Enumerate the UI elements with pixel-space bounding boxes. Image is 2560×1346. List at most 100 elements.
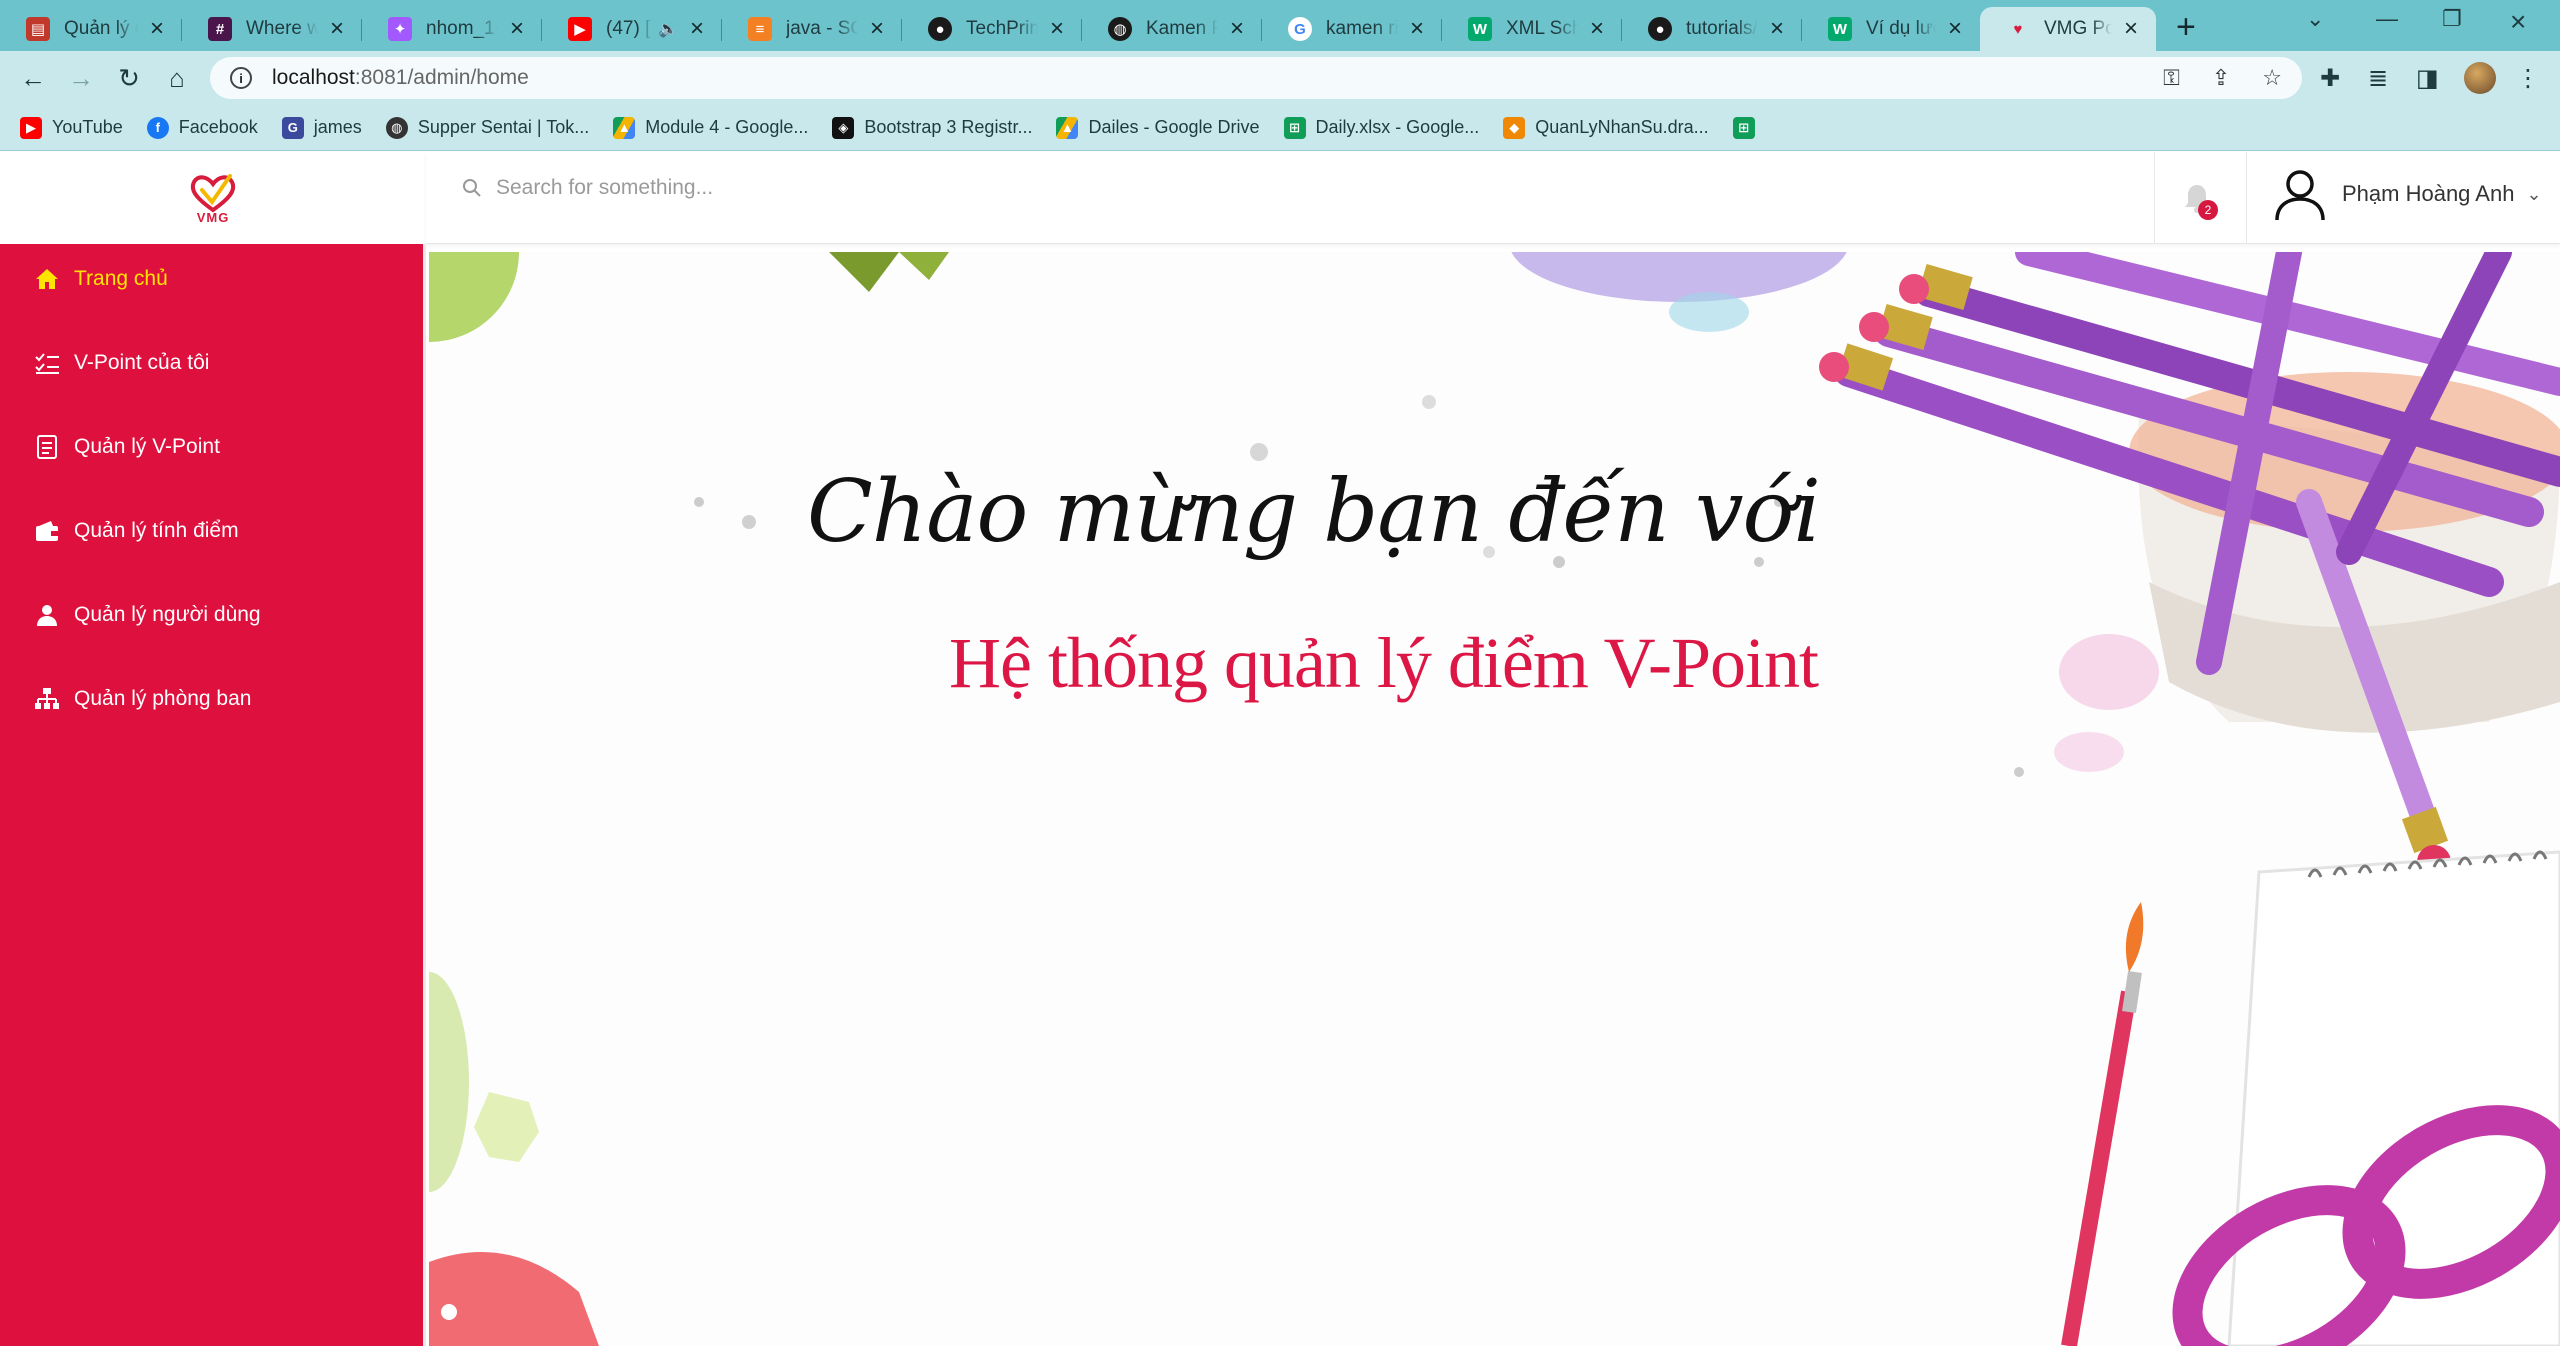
browser-tab[interactable]: W XML Sche ×	[1442, 7, 1622, 51]
close-icon[interactable]: ×	[1226, 15, 1248, 43]
close-icon[interactable]: ×	[1944, 15, 1966, 43]
tab-search-icon[interactable]: ⌄	[2306, 6, 2324, 32]
new-tab-button[interactable]: +	[2176, 8, 2196, 47]
url-host: localhost	[272, 66, 355, 89]
speaker-icon[interactable]: 🔈	[658, 19, 678, 39]
close-icon[interactable]: ×	[866, 15, 888, 43]
share-icon[interactable]: ⇪	[2212, 65, 2230, 91]
bookmark-youtube[interactable]: ▶ YouTube	[20, 116, 123, 139]
welcome-heading: Chào mừng bạn đến với	[807, 462, 1821, 562]
user-menu[interactable]: Phạm Hoàng Anh ⌄	[2272, 166, 2542, 222]
vmg-heart-icon	[190, 173, 236, 212]
sidebar-item-home[interactable]: Trang chủ	[34, 266, 168, 292]
tab-title: tutorials/s	[1686, 18, 1758, 39]
browser-tab[interactable]: # Where wo ×	[182, 7, 362, 51]
close-icon[interactable]: ×	[1586, 15, 1608, 43]
drawio-icon: ◆	[1503, 116, 1526, 139]
bookmark-dailes[interactable]: ▲ Dailes - Google Drive	[1056, 116, 1260, 139]
close-icon[interactable]: ×	[146, 15, 168, 43]
bookmark-label: Daily.xlsx - Google...	[1315, 117, 1480, 137]
search-icon	[463, 179, 481, 197]
document-icon	[34, 434, 60, 460]
browser-tab[interactable]: ✦ nhom_1-q ×	[362, 7, 542, 51]
brand-area: VMG	[0, 152, 426, 244]
browser-tab[interactable]: ▶ (47) [ 🔈 ×	[542, 7, 722, 51]
menu-icon[interactable]: ⋮	[2516, 64, 2540, 93]
welcome-banner: Chào mừng bạn đến với Hệ thống quản lý đ…	[429, 252, 2560, 1346]
browser-tab[interactable]: G kamen rid ×	[1262, 7, 1442, 51]
close-icon[interactable]: ×	[2120, 15, 2142, 43]
profile-avatar[interactable]	[2464, 62, 2496, 94]
figma-icon: ✦	[388, 17, 412, 41]
home-icon[interactable]: ⌂	[160, 61, 194, 95]
restore-icon[interactable]: ❐	[2442, 6, 2462, 32]
close-icon[interactable]: ×	[1406, 15, 1428, 43]
slack-icon: #	[208, 17, 232, 41]
minimize-icon[interactable]: —	[2376, 6, 2398, 32]
tab-title: TechPrime	[966, 18, 1038, 39]
search-input[interactable]	[496, 176, 1096, 200]
bookmark-label: Module 4 - Google...	[645, 117, 809, 137]
sidebar-item-manage-users[interactable]: Quản lý người dùng	[34, 602, 261, 628]
codepen-icon: ◈	[832, 116, 855, 139]
bookmark-bootstrap[interactable]: ◈ Bootstrap 3 Registr...	[832, 116, 1032, 139]
tab-title: java - SOA	[786, 18, 858, 39]
browser-tab[interactable]: ● TechPrime ×	[902, 7, 1082, 51]
star-icon[interactable]: ☆	[2262, 65, 2282, 91]
media-icon[interactable]: ≣	[2368, 64, 2388, 93]
close-icon[interactable]: ×	[326, 15, 348, 43]
close-icon[interactable]: ×	[1766, 15, 1788, 43]
forward-icon[interactable]: →	[64, 61, 98, 95]
bookmark-label: QuanLyNhanSu.dra...	[1535, 117, 1709, 137]
sidebar-item-manage-departments[interactable]: Quản lý phòng ban	[34, 686, 251, 712]
tab-title: Quản lý đi	[64, 18, 138, 39]
reload-icon[interactable]: ↻	[112, 61, 146, 95]
sidebar-item-manage-vpoint[interactable]: Quản lý V-Point	[34, 434, 220, 460]
bookmark-facebook[interactable]: f Facebook	[146, 116, 258, 139]
w3-icon: W	[1468, 17, 1492, 41]
browser-tab[interactable]: ● tutorials/s ×	[1622, 7, 1802, 51]
vmg-logo[interactable]: VMG	[186, 172, 240, 225]
extensions-icon[interactable]: ✚	[2320, 64, 2340, 93]
youtube-icon: ▶	[20, 116, 42, 139]
user-name: Phạm Hoàng Anh	[2342, 181, 2515, 206]
bookmark-daily-xlsx[interactable]: ⊞ Daily.xlsx - Google...	[1283, 116, 1480, 139]
close-icon[interactable]: ×	[506, 15, 528, 43]
bookmark-supper-sentai[interactable]: ◍ Supper Sentai | Tok...	[385, 116, 589, 139]
browser-tab[interactable]: ≡ java - SOA ×	[722, 7, 902, 51]
key-icon[interactable]: ⚿	[2163, 65, 2180, 91]
browser-tab[interactable]: ◍ Kamen Ric ×	[1082, 7, 1262, 51]
sidebar-item-manage-scoring[interactable]: Quản lý tính điểm	[34, 518, 239, 544]
sidebar-item-label: Quản lý phòng ban	[74, 687, 252, 710]
back-icon[interactable]: ←	[16, 61, 50, 95]
browser-tab[interactable]: W Ví dụ lược ×	[1802, 7, 1980, 51]
g-icon: G	[281, 116, 304, 139]
tab-title: Kamen Ric	[1146, 18, 1218, 39]
bookmark-sheet[interactable]: ⊞	[1732, 116, 1765, 139]
close-icon[interactable]: ×	[686, 15, 708, 43]
bookmark-quanlynhansu[interactable]: ◆ QuanLyNhanSu.dra...	[1503, 116, 1709, 139]
tab-title: Where wo	[246, 18, 318, 39]
browser-tab[interactable]: ▤ Quản lý đi ×	[0, 7, 182, 51]
side-panel-icon[interactable]: ◨	[2416, 64, 2439, 93]
browser-tab-active[interactable]: ♥ VMG Point ×	[1980, 7, 2156, 51]
chevron-down-icon: ⌄	[2526, 183, 2542, 204]
w3-icon: W	[1828, 17, 1852, 41]
close-window-icon[interactable]: ×	[2510, 6, 2526, 38]
close-icon[interactable]: ×	[1046, 15, 1068, 43]
vmg-icon: ♥	[2013, 20, 2023, 38]
bookmark-label: YouTube	[52, 117, 123, 137]
checklist-icon	[34, 350, 60, 376]
address-bar[interactable]: i localhost:8081/admin/home ⚿ ⇪ ☆	[210, 57, 2302, 99]
info-icon[interactable]: i	[230, 67, 252, 89]
bookmark-james[interactable]: Gjames	[281, 116, 362, 139]
bookmark-module-4[interactable]: ▲ Module 4 - Google...	[613, 116, 809, 139]
desk-illustration	[429, 252, 2560, 1346]
top-header: 2 Phạm Hoàng Anh ⌄	[426, 152, 2560, 244]
tab-title: Ví dụ lược	[1866, 18, 1936, 39]
tab-title: kamen rid	[1326, 18, 1398, 39]
sidebar-item-my-vpoint[interactable]: V-Point của tôi	[34, 350, 209, 376]
tab-title: nhom_1-q	[426, 18, 498, 39]
search-box	[462, 176, 1096, 200]
sidebar-item-label: Quản lý tính điểm	[74, 519, 239, 542]
